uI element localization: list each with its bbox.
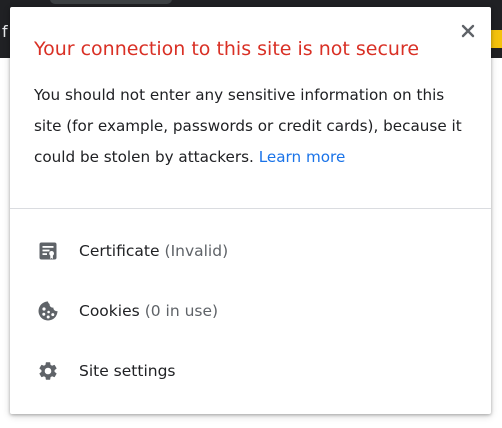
learn-more-link[interactable]: Learn more bbox=[259, 148, 346, 166]
site-settings-label-group: Site settings bbox=[79, 345, 176, 397]
divider bbox=[10, 208, 491, 209]
certificate-row[interactable]: Certificate (Invalid) bbox=[10, 225, 491, 277]
certificate-label: Certificate bbox=[79, 242, 160, 260]
certificate-status: (Invalid) bbox=[164, 242, 229, 260]
close-button[interactable] bbox=[456, 19, 480, 43]
certificate-icon bbox=[36, 239, 60, 263]
cookies-label-group: Cookies (0 in use) bbox=[79, 285, 218, 337]
cookies-count: (0 in use) bbox=[144, 302, 219, 320]
certificate-label-group: Certificate (Invalid) bbox=[79, 225, 228, 277]
cookies-label: Cookies bbox=[79, 302, 140, 320]
site-info-popup: Your connection to this site is not secu… bbox=[10, 7, 491, 414]
site-settings-row[interactable]: Site settings bbox=[10, 345, 491, 397]
browser-tab[interactable] bbox=[50, 0, 172, 4]
site-settings-label: Site settings bbox=[79, 362, 176, 380]
warning-message-text: You should not enter any sensitive infor… bbox=[34, 86, 462, 166]
gear-icon bbox=[36, 359, 60, 383]
close-icon bbox=[461, 24, 475, 38]
address-bar-text-fragment: f bbox=[2, 22, 8, 41]
cookies-row[interactable]: Cookies (0 in use) bbox=[10, 285, 491, 337]
security-warning-title: Your connection to this site is not secu… bbox=[34, 38, 420, 60]
cookie-icon bbox=[36, 299, 60, 323]
security-warning-message: You should not enter any sensitive infor… bbox=[34, 80, 472, 173]
